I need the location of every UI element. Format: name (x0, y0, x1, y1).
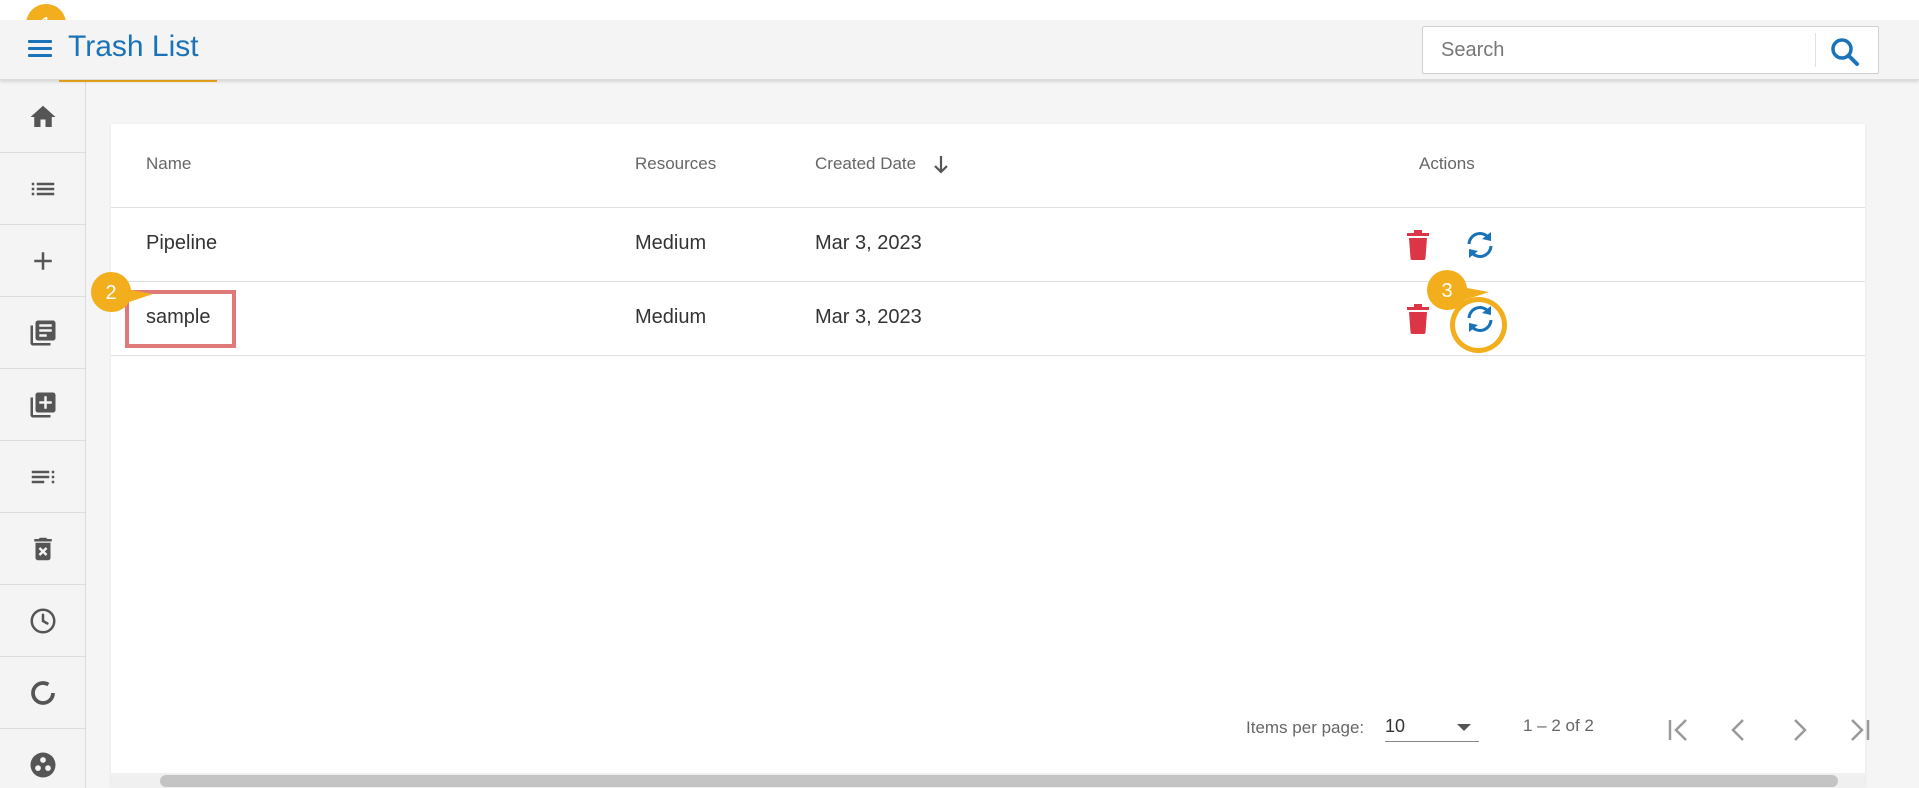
cell-created-date: Mar 3, 2023 (815, 232, 922, 254)
sidebar-item-library-add[interactable] (0, 369, 85, 441)
trash-list-card: Name Resources Created Date Actions Pipe… (111, 124, 1870, 788)
table-row: Pipeline Medium Mar 3, 2023 (111, 208, 1865, 282)
hamburger-menu-icon[interactable] (28, 36, 56, 64)
first-page-icon (1668, 719, 1687, 741)
annotation-badge-2: 2 (91, 271, 153, 312)
horizontal-scrollbar-thumb[interactable] (160, 775, 1838, 787)
cell-resources: Medium (635, 306, 707, 328)
restore-button[interactable] (1463, 230, 1497, 265)
previous-page-button[interactable] (1721, 712, 1757, 748)
items-per-page-label: Items per page: (1246, 718, 1365, 737)
cell-name: Pipeline (146, 232, 218, 254)
pagination-range: 1 – 2 of 2 (1523, 716, 1594, 735)
column-header-created-date[interactable]: Created Date (815, 154, 916, 174)
search-input[interactable] (1433, 33, 1823, 67)
annotation-badge-3: 3 (1427, 269, 1489, 310)
plus-icon (33, 251, 52, 270)
search-icon (1831, 38, 1859, 66)
sidebar (0, 81, 86, 788)
last-page-icon (1851, 719, 1870, 741)
cell-name: sample (146, 306, 211, 328)
app-header: Trash List (0, 20, 1919, 80)
search-button[interactable] (1828, 35, 1868, 69)
sidebar-item-history[interactable] (0, 585, 85, 657)
next-page-button[interactable] (1781, 712, 1817, 748)
sidebar-item-library[interactable] (0, 297, 85, 369)
sidebar-item-list[interactable] (0, 153, 85, 225)
caret-down-icon (1457, 724, 1471, 731)
sidebar-item-playlist[interactable] (0, 441, 85, 513)
sidebar-item-add[interactable] (0, 225, 85, 297)
sidebar-item-home[interactable] (0, 81, 85, 153)
cell-created-date: Mar 3, 2023 (815, 306, 922, 328)
first-page-button[interactable] (1661, 712, 1697, 748)
trash-icon (33, 537, 52, 560)
page-title: Trash List (68, 30, 199, 63)
delete-icon (1407, 230, 1429, 260)
table-row: sample Medium Mar 3, 2023 (111, 282, 1865, 356)
last-page-button[interactable] (1841, 712, 1877, 748)
items-per-page-select[interactable]: 10 (1385, 708, 1479, 742)
column-header-resources[interactable]: Resources (635, 154, 716, 174)
library-add-icon (30, 392, 55, 417)
top-strip (0, 0, 1919, 20)
sidebar-item-groups[interactable] (0, 729, 85, 788)
group-icon (30, 752, 55, 777)
annotation-badge-3-label: 3 (1441, 280, 1452, 302)
sidebar-item-progress[interactable] (0, 657, 85, 729)
column-header-name[interactable]: Name (146, 154, 191, 174)
delete-button[interactable] (1405, 230, 1431, 265)
clock-icon (30, 608, 55, 633)
search-box (1422, 26, 1879, 74)
sidebar-item-trash[interactable] (0, 513, 85, 585)
home-icon (30, 105, 55, 127)
column-header-actions: Actions (1419, 154, 1475, 173)
donut-icon (30, 680, 55, 705)
cell-resources: Medium (635, 232, 707, 254)
list-icon (31, 182, 54, 195)
table-header: Name Resources Created Date Actions (111, 124, 1865, 208)
chevron-right-icon (1794, 719, 1807, 741)
sort-arrow-down-icon[interactable] (931, 154, 951, 176)
library-icon (30, 320, 55, 345)
playlist-icon (31, 470, 54, 483)
search-divider (1815, 33, 1816, 67)
chevron-left-icon (1731, 719, 1744, 741)
items-per-page-value: 10 (1385, 716, 1406, 736)
annotation-badge-2-label: 2 (105, 282, 116, 304)
restore-icon (1467, 232, 1493, 258)
